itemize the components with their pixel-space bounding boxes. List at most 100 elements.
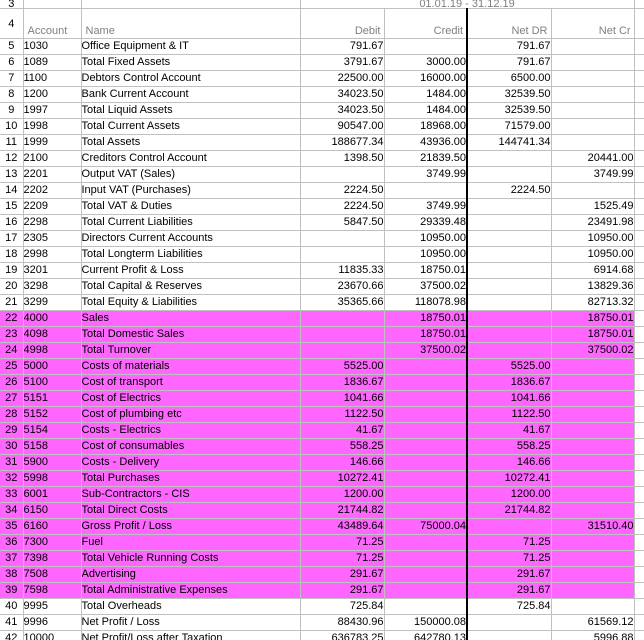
- cell-net-cr[interactable]: [551, 438, 635, 455]
- row-header-25[interactable]: 25: [0, 358, 24, 375]
- cell-net-dr[interactable]: 21744.82: [466, 502, 552, 519]
- row-header-38[interactable]: 38: [0, 566, 24, 583]
- table-row[interactable]: 16 2298 Total Current Liabilities 5847.50 29…: [0, 214, 644, 231]
- cell-account[interactable]: 2202: [23, 182, 82, 199]
- cell-net-cr[interactable]: [551, 374, 635, 391]
- table-row[interactable]: 40 9995 Total Overheads 725.84 725.84: [0, 598, 644, 615]
- cell-tail[interactable]: [634, 166, 644, 183]
- cell-net-cr[interactable]: 18750.01: [551, 310, 635, 327]
- cell-net-cr[interactable]: [551, 38, 635, 55]
- cell-credit[interactable]: [384, 486, 468, 503]
- cell-net-cr[interactable]: [551, 86, 635, 103]
- cell-name[interactable]: Total Equity & Liabilities: [81, 294, 301, 311]
- cell-tail[interactable]: [634, 278, 644, 295]
- cell-name[interactable]: Costs - Electrics: [81, 422, 301, 439]
- cell-net-dr[interactable]: 791.67: [466, 38, 552, 55]
- cell-account[interactable]: 5000: [23, 358, 82, 375]
- cell-net-cr[interactable]: [551, 102, 635, 119]
- table-row[interactable]: 18 2998 Total Longterm Liabilities 10950.00…: [0, 246, 644, 263]
- row-header-35[interactable]: 35: [0, 518, 24, 535]
- cell-debit[interactable]: 636783.25: [300, 630, 385, 640]
- cell-name[interactable]: Sales: [81, 310, 301, 327]
- cell-tail[interactable]: [634, 486, 644, 503]
- cell-debit[interactable]: 1836.67: [300, 374, 385, 391]
- cell-net-cr[interactable]: 6914.68: [551, 262, 635, 279]
- cell-account[interactable]: 1100: [23, 70, 82, 87]
- cell-name[interactable]: Net Profit/Loss after Taxation: [81, 630, 301, 640]
- cell-net-dr[interactable]: 32539.50: [466, 86, 552, 103]
- cell-net-cr[interactable]: 10950.00: [551, 230, 635, 247]
- table-row[interactable]: 13 2201 Output VAT (Sales) 3749.99 3749.99: [0, 166, 644, 183]
- table-row[interactable]: 6 1089 Total Fixed Assets 3791.67 3000.00 791…: [0, 54, 644, 71]
- cell-credit[interactable]: [384, 422, 468, 439]
- cell-account[interactable]: 5158: [23, 438, 82, 455]
- cell-account[interactable]: 6150: [23, 502, 82, 519]
- row-header-23[interactable]: 23: [0, 326, 24, 343]
- cell-credit[interactable]: [384, 374, 468, 391]
- cell-net-dr[interactable]: [466, 294, 552, 311]
- cell-credit[interactable]: [384, 390, 468, 407]
- row-header-21[interactable]: 21: [0, 294, 24, 311]
- cell-net-cr[interactable]: 20441.00: [551, 150, 635, 167]
- row-header-40[interactable]: 40: [0, 598, 24, 615]
- row-header-36[interactable]: 36: [0, 534, 24, 551]
- cell-tail[interactable]: [634, 246, 644, 263]
- cell-debit[interactable]: 1200.00: [300, 486, 385, 503]
- cell-debit[interactable]: [300, 246, 385, 263]
- cell-tail[interactable]: [634, 406, 644, 423]
- cell-credit[interactable]: 29339.48: [384, 214, 468, 231]
- cell-net-dr[interactable]: 6500.00: [466, 70, 552, 87]
- cell-credit[interactable]: 118078.98: [384, 294, 468, 311]
- cell-net-dr[interactable]: 1122.50: [466, 406, 552, 423]
- row-header-12[interactable]: 12: [0, 150, 24, 167]
- cell-debit[interactable]: 21744.82: [300, 502, 385, 519]
- cell-name[interactable]: Total Purchases: [81, 470, 301, 487]
- cell-net-cr[interactable]: 5996.88: [551, 630, 635, 640]
- row-header-28[interactable]: 28: [0, 406, 24, 423]
- cell-net-dr[interactable]: [466, 166, 552, 183]
- cell-tail[interactable]: [634, 230, 644, 247]
- cell-net-dr[interactable]: 71579.00: [466, 118, 552, 135]
- table-row[interactable]: 7 1100 Debtors Control Account 22500.00 1600…: [0, 70, 644, 87]
- cell-net-cr[interactable]: 18750.01: [551, 326, 635, 343]
- cell-debit[interactable]: [300, 166, 385, 183]
- table-row[interactable]: 28 5152 Cost of plumbing etc 1122.50 1122.50: [0, 406, 644, 423]
- cell-tail[interactable]: [634, 102, 644, 119]
- cell-net-dr[interactable]: [466, 310, 552, 327]
- cell-account[interactable]: 5998: [23, 470, 82, 487]
- cell-tail[interactable]: [634, 630, 644, 640]
- cell-debit[interactable]: 5525.00: [300, 358, 385, 375]
- cell-debit[interactable]: 3791.67: [300, 54, 385, 71]
- cell-credit[interactable]: [384, 182, 468, 199]
- table-row[interactable]: 26 5100 Cost of transport 1836.67 1836.67: [0, 374, 644, 391]
- cell-credit[interactable]: 150000.08: [384, 614, 468, 631]
- cell-debit[interactable]: 146.66: [300, 454, 385, 471]
- cell-net-dr[interactable]: 71.25: [466, 550, 552, 567]
- cell-debit[interactable]: 88430.96: [300, 614, 385, 631]
- cell-name[interactable]: Debtors Control Account: [81, 70, 301, 87]
- cell-net-cr[interactable]: [551, 470, 635, 487]
- cell-debit[interactable]: [300, 230, 385, 247]
- cell-net-cr[interactable]: [551, 422, 635, 439]
- cell-net-dr[interactable]: 71.25: [466, 534, 552, 551]
- row-header-4[interactable]: 4: [0, 8, 24, 39]
- cell-name[interactable]: Input VAT (Purchases): [81, 182, 301, 199]
- row-header-33[interactable]: 33: [0, 486, 24, 503]
- cell-account[interactable]: 5152: [23, 406, 82, 423]
- cell-name[interactable]: Total Overheads: [81, 598, 301, 615]
- cell-debit[interactable]: 90547.00: [300, 118, 385, 135]
- cell-tail[interactable]: [634, 454, 644, 471]
- cell-name[interactable]: Cost of Electrics: [81, 390, 301, 407]
- cell-tail[interactable]: [634, 86, 644, 103]
- cell-debit[interactable]: 11835.33: [300, 262, 385, 279]
- cell-net-cr[interactable]: [551, 70, 635, 87]
- cell-account[interactable]: 1089: [23, 54, 82, 71]
- cell-name[interactable]: Costs - Delivery: [81, 454, 301, 471]
- cell-net-cr[interactable]: [551, 550, 635, 567]
- cell-name[interactable]: Total Capital & Reserves: [81, 278, 301, 295]
- cell-account[interactable]: 10000: [23, 630, 82, 640]
- cell-credit[interactable]: 10950.00: [384, 230, 468, 247]
- cell-name[interactable]: Current Profit & Loss: [81, 262, 301, 279]
- table-row[interactable]: 25 5000 Costs of materials 5525.00 5525.00: [0, 358, 644, 375]
- cell-tail[interactable]: [634, 54, 644, 71]
